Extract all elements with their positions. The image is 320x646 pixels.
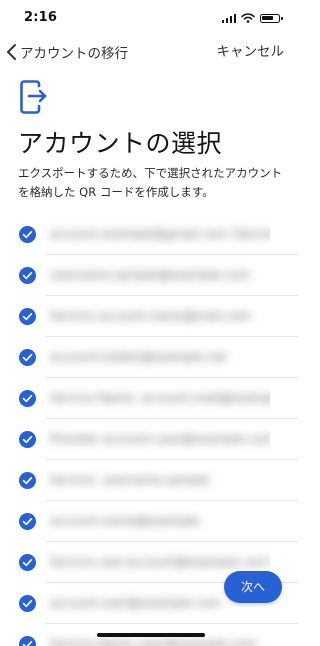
account-label-blurred: Service: username.sample xyxy=(46,467,270,493)
account-row[interactable]: account.name@example xyxy=(0,501,298,542)
account-row[interactable]: account.example@gmail.com (Service Name) xyxy=(0,214,298,255)
home-indicator xyxy=(97,633,205,637)
back-button[interactable]: アカウントの移行 xyxy=(6,40,128,64)
account-row[interactable]: username.sample@example.com xyxy=(0,255,298,296)
checkmark-circle-icon[interactable] xyxy=(19,226,36,243)
back-label: アカウントの移行 xyxy=(20,46,128,62)
checkmark-circle-icon[interactable] xyxy=(19,431,36,448)
status-time: 2:16 xyxy=(24,10,58,25)
account-label: account.name@example xyxy=(50,514,200,528)
account-label: Service user.account@example.com (Name) xyxy=(50,555,270,569)
account-row[interactable]: Service: username.sample xyxy=(0,460,298,501)
account-label: Service Name: account.mail@example.com xyxy=(50,391,270,405)
checkmark-circle-icon[interactable] xyxy=(19,472,36,489)
account-label-blurred: Service Name: account.mail@example.com xyxy=(46,385,270,411)
cellular-signal-icon xyxy=(221,13,236,23)
checkmark-circle-icon[interactable] xyxy=(19,595,36,612)
account-label: account.example@gmail.com (Service Name) xyxy=(50,227,270,241)
checkmark-circle-icon[interactable] xyxy=(19,390,36,407)
cancel-button[interactable]: キャンセル xyxy=(217,40,285,64)
account-row[interactable]: Service account.name@mail.com xyxy=(0,296,298,337)
page-description: エクスポートするため、下で選択されたアカウントを格納した QR コードを作成しま… xyxy=(18,166,283,199)
checkmark-circle-icon[interactable] xyxy=(19,513,36,530)
checkmark-circle-icon[interactable] xyxy=(19,349,36,366)
next-button[interactable]: 次へ xyxy=(224,571,282,603)
wifi-icon xyxy=(241,13,255,23)
account-label-blurred: Provider account.user@example.com xyxy=(46,426,270,452)
account-label: Provider account.user@example.com xyxy=(50,432,270,446)
account-label-blurred: Service account.name@mail.com xyxy=(46,303,270,329)
battery-icon xyxy=(260,13,283,23)
account-label: account.user@example.com xyxy=(50,596,221,610)
account-row[interactable]: Provider account.user@example.com xyxy=(0,419,298,460)
checkmark-circle-icon[interactable] xyxy=(19,554,36,571)
navigation-bar: アカウントの移行 キャンセル xyxy=(0,38,298,66)
account-label-blurred: account.holder@example.net xyxy=(46,344,270,370)
account-label-blurred: username.sample@example.com xyxy=(46,262,270,288)
page-title: アカウントの選択 xyxy=(18,129,223,158)
account-label: account.holder@example.net xyxy=(50,350,227,364)
chevron-left-icon xyxy=(7,44,16,60)
checkmark-circle-icon[interactable] xyxy=(19,267,36,284)
account-label: Service Name user@example.com xyxy=(50,637,257,646)
account-label: username.sample@example.com xyxy=(50,268,251,282)
account-label-blurred: account.name@example xyxy=(46,508,270,534)
account-label: Service account.name@mail.com xyxy=(50,309,251,323)
account-row[interactable]: Service Name: account.mail@example.com xyxy=(0,378,298,419)
export-phone-icon xyxy=(20,80,47,114)
status-icons xyxy=(221,12,283,24)
account-row[interactable]: account.holder@example.net xyxy=(0,337,298,378)
account-label: Service: username.sample xyxy=(50,473,210,487)
checkmark-circle-icon[interactable] xyxy=(19,308,36,325)
status-bar: 2:16 xyxy=(0,0,298,36)
account-label-blurred: account.example@gmail.com (Service Name) xyxy=(46,221,270,247)
checkmark-circle-icon[interactable] xyxy=(19,636,36,646)
